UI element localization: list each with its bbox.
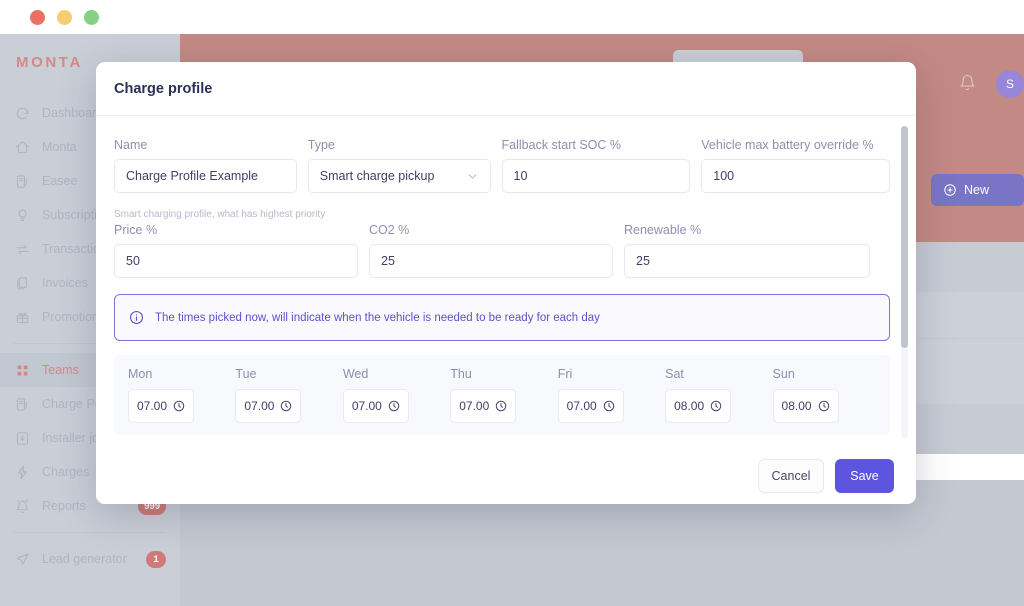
time-picker-wed[interactable]: 07.00	[342, 389, 409, 423]
field-vehicle-max-battery: Vehicle max battery override % 100	[701, 138, 890, 193]
clock-icon	[603, 400, 615, 412]
field-label: Type	[307, 138, 335, 152]
time-picker-mon[interactable]: 07.00	[128, 389, 194, 423]
field-price: Price % 50	[114, 223, 358, 278]
modal-body: Name Charge Profile Example Type Smart c…	[96, 116, 916, 448]
time-picker-thu[interactable]: 07.00	[450, 389, 517, 423]
field-label: Renewable %	[624, 223, 702, 237]
time-picker-tue[interactable]: 07.00	[235, 389, 302, 423]
vehicle-max-battery-input[interactable]: 100	[701, 159, 890, 193]
weekday-times-panel: Mon 07.00 Tue 07.00 Wed 07.00 Thu 07.00 …	[114, 355, 890, 435]
info-banner-text: The times picked now, will indicate when…	[155, 311, 600, 324]
day-column-sat: Sat 08.00	[665, 367, 772, 423]
field-label: Price %	[114, 223, 158, 237]
modal-footer: Cancel Save	[96, 448, 916, 504]
day-label: Thu	[450, 367, 472, 381]
screenshot-root: S New MONTA Dashboard Monta Easee Subscr…	[0, 0, 1024, 606]
time-value: 07.00	[136, 399, 168, 413]
day-label: Wed	[342, 367, 369, 381]
time-picker-sat[interactable]: 08.00	[665, 389, 732, 423]
chevron-down-icon	[466, 170, 479, 183]
fallback-soc-input[interactable]: 10	[501, 159, 691, 193]
maximize-window-button[interactable]	[84, 9, 99, 25]
field-renewable: Renewable % 25	[624, 223, 870, 278]
name-input[interactable]: Charge Profile Example	[114, 159, 297, 193]
renewable-input[interactable]: 25	[624, 244, 870, 278]
form-row-primary: Name Charge Profile Example Type Smart c…	[114, 138, 890, 193]
day-column-mon: Mon 07.00	[128, 367, 235, 423]
day-label: Sat	[665, 367, 684, 381]
modal-scrollbar-thumb[interactable]	[901, 126, 908, 348]
day-column-fri: Fri 07.00	[557, 367, 665, 423]
day-column-tue: Tue 07.00	[235, 367, 342, 423]
time-value: 07.00	[351, 399, 382, 413]
window-titlebar	[0, 0, 1024, 34]
day-label: Mon	[128, 367, 153, 381]
clock-icon	[173, 400, 185, 412]
time-value: 07.00	[459, 399, 490, 413]
time-picker-sun[interactable]: 08.00	[772, 389, 839, 423]
save-button[interactable]: Save	[835, 459, 894, 493]
time-value: 08.00	[674, 399, 705, 413]
info-banner: The times picked now, will indicate when…	[114, 294, 890, 341]
field-label: Fallback start SOC %	[501, 138, 622, 152]
day-label: Sun	[772, 367, 795, 381]
field-type: Type Smart charge pickup	[307, 138, 491, 193]
field-label: Name	[114, 138, 148, 152]
clock-icon	[388, 400, 400, 412]
page-title: Charge profile	[114, 80, 213, 97]
clock-icon	[818, 400, 830, 412]
clock-icon	[495, 400, 507, 412]
type-select-value: Smart charge pickup	[319, 169, 435, 183]
co2-input[interactable]: 25	[369, 244, 613, 278]
cancel-button[interactable]: Cancel	[758, 459, 824, 493]
close-window-button[interactable]	[30, 9, 45, 25]
time-value: 08.00	[781, 399, 812, 413]
field-label: CO2 %	[369, 223, 410, 237]
time-value: 07.00	[566, 399, 597, 413]
info-circle-icon	[129, 310, 145, 325]
modal-header: Charge profile	[96, 62, 916, 116]
minimize-window-button[interactable]	[57, 9, 72, 25]
charge-profile-modal: Charge profile Name Charge Profile Examp…	[96, 62, 916, 504]
field-co2: CO2 % 25	[369, 223, 613, 278]
form-row-priority: Price % 50 CO2 % 25 Renewable % 25	[114, 223, 890, 278]
type-select[interactable]: Smart charge pickup	[307, 159, 491, 193]
price-input[interactable]: 50	[114, 244, 358, 278]
day-column-thu: Thu 07.00	[450, 367, 557, 423]
field-name: Name Charge Profile Example	[114, 138, 297, 193]
time-value: 07.00	[244, 399, 275, 413]
field-fallback-soc: Fallback start SOC % 10	[501, 138, 691, 193]
time-picker-fri[interactable]: 07.00	[557, 389, 624, 423]
day-label: Fri	[557, 367, 573, 381]
priority-hint: Smart charging profile, what has highest…	[114, 209, 326, 220]
clock-icon	[710, 400, 722, 412]
clock-icon	[280, 400, 292, 412]
day-label: Tue	[235, 367, 257, 381]
day-column-sun: Sun 08.00	[772, 367, 880, 423]
field-label: Vehicle max battery override %	[701, 138, 874, 152]
day-column-wed: Wed 07.00	[342, 367, 450, 423]
